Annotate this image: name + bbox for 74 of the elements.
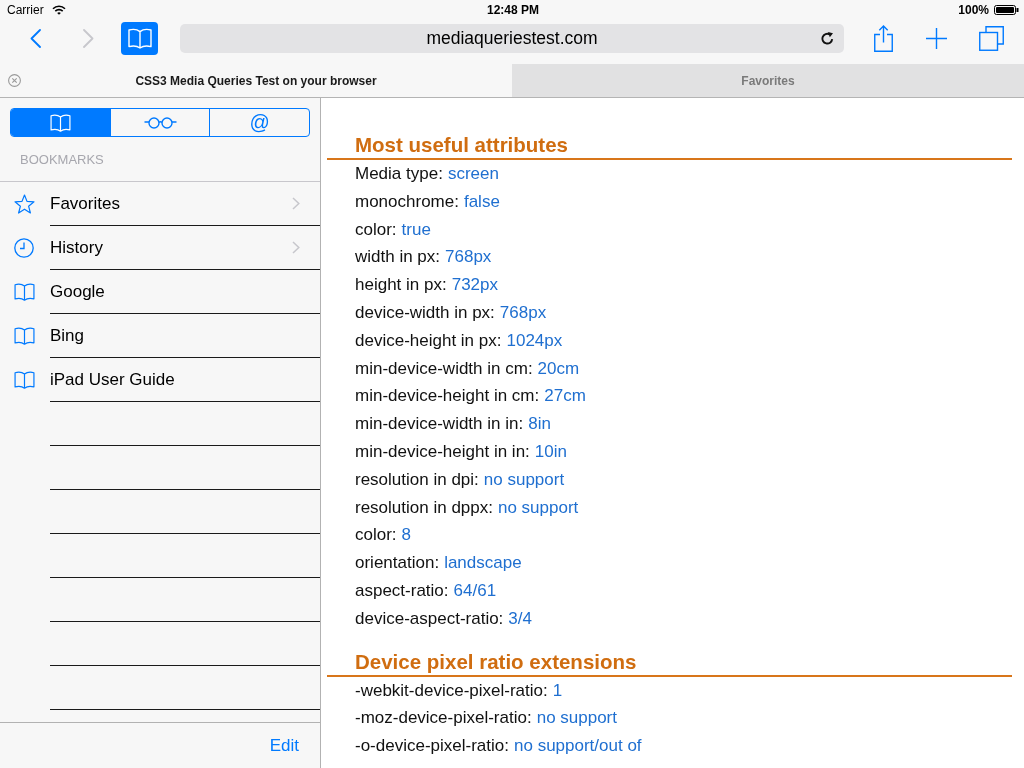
- attribute-value: 768px: [499, 303, 547, 322]
- sidebar-item[interactable]: History: [0, 226, 320, 270]
- attribute-name: -moz-device-pixel-ratio:: [355, 708, 532, 728]
- attribute-value: 1: [552, 680, 563, 700]
- back-chevron-icon[interactable]: [30, 29, 41, 48]
- attribute-value: 8: [401, 525, 412, 545]
- attribute-name: orientation:: [355, 553, 440, 573]
- carrier-name: Carrier: [7, 3, 44, 17]
- star-icon: [14, 194, 35, 214]
- list-header: BOOKMARKS: [20, 152, 104, 167]
- attribute-value: 732px: [451, 275, 498, 295]
- sidebar-item[interactable]: Favorites: [0, 182, 320, 226]
- attribute-value: 3/4: [508, 608, 532, 628]
- book-icon: [48, 113, 72, 132]
- attribute-value: 10in: [534, 441, 567, 461]
- share-icon[interactable]: [874, 25, 893, 52]
- book-icon: [127, 28, 152, 49]
- attribute-value: false: [463, 191, 500, 211]
- attribute-value: no support: [498, 497, 579, 517]
- attribute-value: true: [401, 219, 431, 239]
- address-field[interactable]: mediaqueriestest.com: [180, 24, 844, 53]
- close-icon[interactable]: [8, 74, 21, 87]
- chevron-right-icon: [292, 241, 300, 254]
- attribute-value: 1024px: [506, 330, 563, 350]
- book-icon: [14, 371, 35, 389]
- attribute-value: no support: [483, 469, 565, 489]
- wifi-icon: [51, 5, 66, 15]
- edit-button[interactable]: Edit: [269, 735, 299, 756]
- tabs-icon[interactable]: [979, 26, 1004, 51]
- attribute-value: no support: [536, 708, 617, 728]
- attribute-name: min-device-width in in:: [355, 414, 524, 434]
- attribute-value: 64/61: [453, 580, 497, 600]
- attribute-name: resolution in dppx:: [355, 497, 493, 517]
- plus-icon[interactable]: [926, 28, 947, 49]
- attribute-value: 8in: [528, 414, 551, 434]
- attribute-name: height in px:: [355, 275, 447, 295]
- bookmarks-button[interactable]: [121, 22, 158, 55]
- attribute-name: Media type:: [355, 164, 443, 183]
- attribute-name: device-height in px:: [355, 330, 502, 350]
- attribute-name: monochrome:: [355, 191, 459, 211]
- attribute-name: min-device-width in cm:: [355, 358, 533, 378]
- attribute-name: -webkit-device-pixel-ratio:: [355, 680, 548, 700]
- segment-tab[interactable]: [11, 109, 110, 136]
- glasses-icon: [143, 116, 177, 129]
- chevron-right-icon: [292, 197, 300, 210]
- attribute-name: width in px:: [355, 247, 441, 267]
- section-heading: Most useful attributes: [355, 133, 568, 156]
- attribute-name: min-device-height in cm:: [355, 386, 540, 406]
- book-icon: [14, 327, 35, 345]
- book-icon: [14, 283, 35, 301]
- clock-time: 12:48 PM: [487, 3, 539, 17]
- attribute-name: device-aspect-ratio:: [355, 608, 504, 628]
- attribute-value: 768px: [445, 247, 492, 267]
- section-heading: Device pixel ratio extensions: [355, 649, 637, 673]
- attribute-name: color:: [355, 525, 397, 545]
- sidebar-item[interactable]: iPad User Guide: [0, 358, 320, 402]
- sidebar-item[interactable]: Google: [0, 270, 320, 314]
- attribute-value: landscape: [444, 553, 522, 573]
- battery-icon: [994, 5, 1019, 15]
- sidebar-item[interactable]: Bing: [0, 314, 320, 358]
- reload-icon[interactable]: [821, 32, 834, 45]
- attribute-name: min-device-height in in:: [355, 441, 530, 461]
- attribute-name: device-width in px:: [355, 303, 495, 322]
- attribute-name: -o-device-pixel-ratio:: [355, 736, 509, 756]
- battery-percentage: 100%: [958, 3, 989, 17]
- attribute-value: 27cm: [544, 386, 586, 406]
- attribute-name: resolution in dpi:: [355, 469, 479, 489]
- segment-tab[interactable]: @: [209, 109, 309, 136]
- attribute-name: aspect-ratio:: [355, 580, 449, 600]
- attribute-name: color:: [355, 219, 397, 239]
- attribute-value: screen: [447, 164, 499, 183]
- clock-icon: [14, 238, 34, 258]
- attribute-value: 20cm: [537, 358, 580, 378]
- attribute-value: no support/out of: [514, 736, 642, 756]
